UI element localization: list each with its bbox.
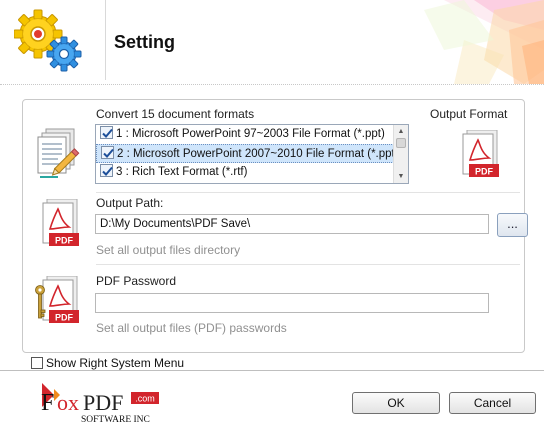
output-path-input[interactable]: D:\My Documents\PDF Save\ [95,214,489,234]
output-path-label: Output Path: [96,196,164,210]
password-input[interactable] [95,293,489,313]
foxpdf-logo: F ox PDF .com SOFTWARE INC [38,381,168,425]
header-separator [105,0,106,80]
format-checkbox[interactable] [101,146,114,160]
svg-text:PDF: PDF [55,236,74,246]
format-item-label: 3 : Rich Text Format (*.rtf) [116,166,248,178]
show-menu-checkbox[interactable]: Show Right System Menu [31,356,184,370]
scroll-thumb[interactable] [396,138,406,148]
header-divider [0,84,544,85]
format-checkbox[interactable] [100,126,113,140]
output-path-hint: Set all output files directory [96,243,241,257]
pdf-icon-text: PDF [475,167,494,177]
scroll-down-icon[interactable]: ▼ [395,171,407,182]
listbox-scrollbar[interactable]: ▲ ▼ [393,125,408,183]
list-item[interactable]: 1 : Microsoft PowerPoint 97~2003 File Fo… [96,125,408,144]
header: Setting [0,0,544,85]
format-checkbox[interactable] [100,164,113,178]
keys-icon: PDF [34,275,84,333]
header-decoration [404,0,544,84]
convert-label: Convert 15 document formats [96,107,255,121]
format-item-label: 1 : Microsoft PowerPoint 97~2003 File Fo… [116,128,385,140]
cancel-button[interactable]: Cancel [449,392,536,414]
logo-f: F [41,390,54,416]
logo-pdf: PDF [83,390,123,415]
setting-dialog: Setting Convert 15 document formats 1: … [0,0,544,428]
checkbox-box[interactable] [31,356,43,369]
section-divider [96,264,520,265]
footer-divider [0,370,544,371]
pdf-document-icon: PDF [38,198,84,254]
password-label: PDF Password [96,274,177,288]
logo-com: .com [135,394,155,404]
page-title: Setting [114,32,175,52]
ok-button[interactable]: OK [352,392,440,414]
show-menu-label: Show Right System Menu [46,356,185,370]
logo-ox: ox [57,390,79,415]
svg-text:PDF: PDF [55,313,74,323]
format-listbox[interactable]: 1 : Microsoft PowerPoint 97~2003 File Fo… [95,124,409,184]
list-item[interactable]: 2 : Microsoft PowerPoint 2007~2010 File … [96,144,408,163]
gears-icon [13,8,84,74]
browse-button[interactable]: ... [497,213,528,237]
logo-software: SOFTWARE INC [81,415,150,425]
list-item[interactable]: 3 : Rich Text Format (*.rtf) [96,163,408,182]
scroll-up-icon[interactable]: ▲ [395,126,407,137]
output-format-label: Output Format [430,107,508,121]
pdf-document-icon: PDF [459,129,501,183]
password-hint: Set all output files (PDF) passwords [96,321,287,335]
section-divider [96,192,520,193]
documents-pencil-icon [36,127,82,182]
format-item-label: 2 : Microsoft PowerPoint 2007~2010 File … [117,148,401,160]
